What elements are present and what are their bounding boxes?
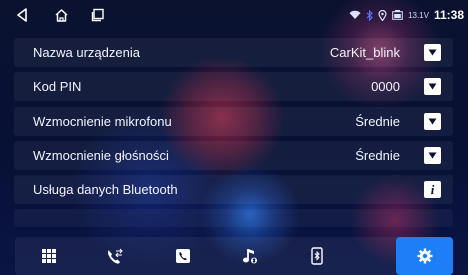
bottom-dock [15,237,453,275]
call-log-icon [106,248,124,265]
dock-settings[interactable] [396,237,453,275]
row-value: 0000 [371,79,400,94]
clock: 11:38 [433,8,464,22]
dock-bluetooth-music[interactable] [216,237,284,275]
row-label: Wzmocnienie głośności [33,148,169,163]
dialpad-icon [41,248,57,264]
settings-row-bluetooth-data-service[interactable]: Usługa danych Bluetooth i [14,175,453,204]
row-label: Kod PIN [33,79,82,94]
row-value: Średnie [355,114,400,129]
battery-icon [392,10,403,20]
dropdown-arrow-icon[interactable] [424,78,441,95]
status-bar: 13.1V 11:38 [0,0,468,30]
settings-row-empty [14,209,453,227]
settings-row-mic-gain[interactable]: Wzmocnienie mikrofonu Średnie [14,107,453,136]
dock-dialpad[interactable] [15,237,83,275]
row-label: Usługa danych Bluetooth [33,182,178,197]
dropdown-arrow-icon[interactable] [424,113,441,130]
row-value: CarKit_blink [329,45,400,60]
settings-row-pin-code[interactable]: Kod PIN 0000 [14,72,453,101]
row-label: Wzmocnienie mikrofonu [33,114,172,129]
settings-row-speaker-gain[interactable]: Wzmocnienie głośności Średnie [14,141,453,170]
bluetooth-settings-panel: Nazwa urządzenia CarKit_blink Kod PIN 00… [14,36,453,227]
info-icon[interactable]: i [424,181,441,198]
row-value: Średnie [355,148,400,163]
dock-call-log[interactable] [81,237,149,275]
row-label: Nazwa urządzenia [33,45,140,60]
bluetooth-music-icon [242,247,258,265]
settings-row-device-name[interactable]: Nazwa urządzenia CarKit_blink [14,38,453,67]
back-icon[interactable] [12,6,32,24]
voltage-readout: 13.1V [408,10,429,20]
dropdown-arrow-icon[interactable] [424,44,441,61]
dropdown-arrow-icon[interactable] [424,147,441,164]
settings-gear-icon [417,248,433,264]
dock-bluetooth-device[interactable] [283,237,351,275]
location-icon [378,9,387,21]
home-icon[interactable] [51,6,71,24]
dock-contacts[interactable] [149,237,217,275]
contacts-icon [175,248,191,264]
recent-apps-icon[interactable] [88,6,108,24]
bluetooth-device-icon [311,247,323,265]
status-indicators: 13.1V 11:38 [349,0,464,30]
bluetooth-icon [366,9,373,21]
wifi-icon [349,10,361,20]
